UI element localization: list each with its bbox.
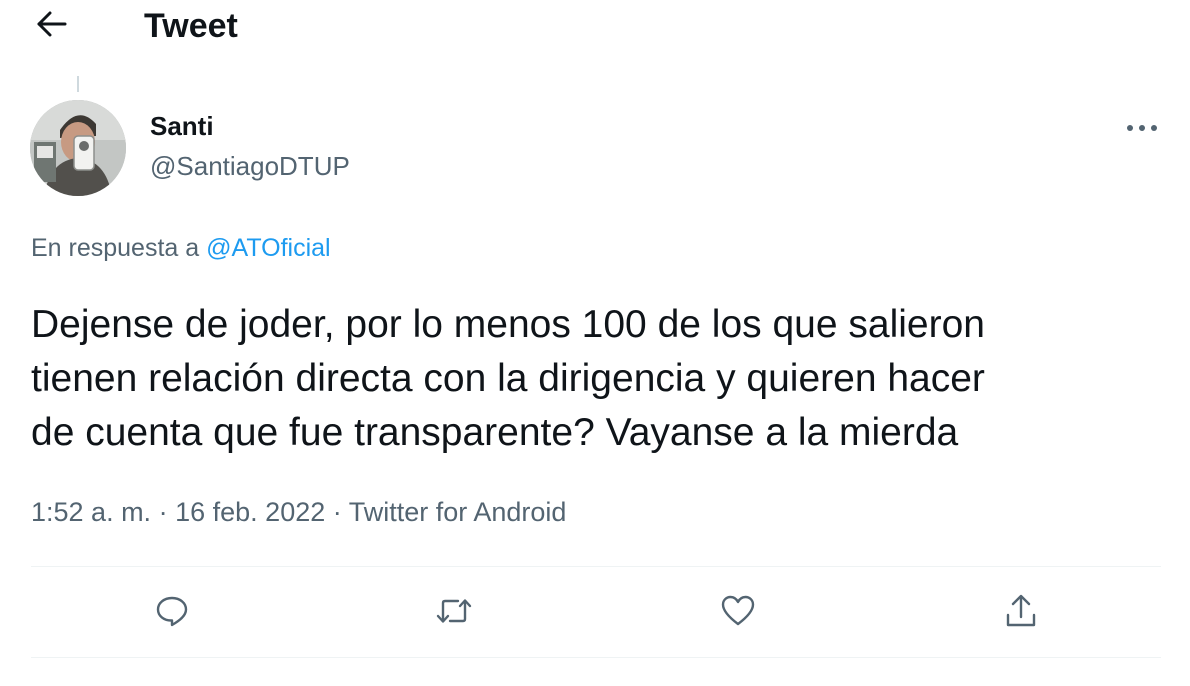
reply-button[interactable] [148,589,196,637]
tweet-source[interactable]: Twitter for Android [349,497,567,527]
tweet-meta: 1:52 a. m. · 16 feb. 2022 · Twitter for … [31,495,566,529]
reply-context: En respuesta a @ATOficial [31,232,331,264]
like-button[interactable] [714,589,762,637]
more-options-button[interactable] [1118,108,1166,148]
tweet-time[interactable]: 1:52 a. m. [31,497,151,527]
retweet-button[interactable] [430,589,478,637]
arrow-left-icon [37,11,67,42]
thread-connector-line [77,76,79,92]
tweet-date[interactable]: 16 feb. 2022 [175,497,325,527]
share-icon [1003,592,1039,635]
page-title: Tweet [144,7,238,45]
meta-separator: · [332,497,342,527]
divider [31,657,1161,658]
tweet-text-line: Dejense de joder, por lo menos 100 de lo… [31,303,985,346]
tweet-text: Dejense de joder, por lo menos 100 de lo… [31,298,1171,460]
tweet-text-line: tienen relación directa con la dirigenci… [31,357,985,400]
page-header: Tweet [0,0,1190,56]
reply-to-mention-link[interactable]: @ATOficial [206,234,330,262]
back-button[interactable] [30,6,74,46]
avatar[interactable] [30,100,126,196]
action-bar [0,585,1190,641]
tweet-page: Tweet Santi @SantiagoDTUP En respuesta a [0,0,1190,686]
heart-icon [720,594,756,633]
divider [31,566,1161,567]
tweet-text-line: de cuenta que fue transparente? Vayanse … [31,411,959,454]
meta-separator: · [158,497,168,527]
retweet-icon [434,593,474,634]
reply-icon [154,593,190,634]
share-button[interactable] [997,589,1045,637]
reply-to-prefix: En respuesta a [31,234,200,262]
author-display-name[interactable]: Santi [150,110,214,142]
author-handle[interactable]: @SantiagoDTUP [150,150,350,182]
more-dots-icon [1126,119,1158,137]
